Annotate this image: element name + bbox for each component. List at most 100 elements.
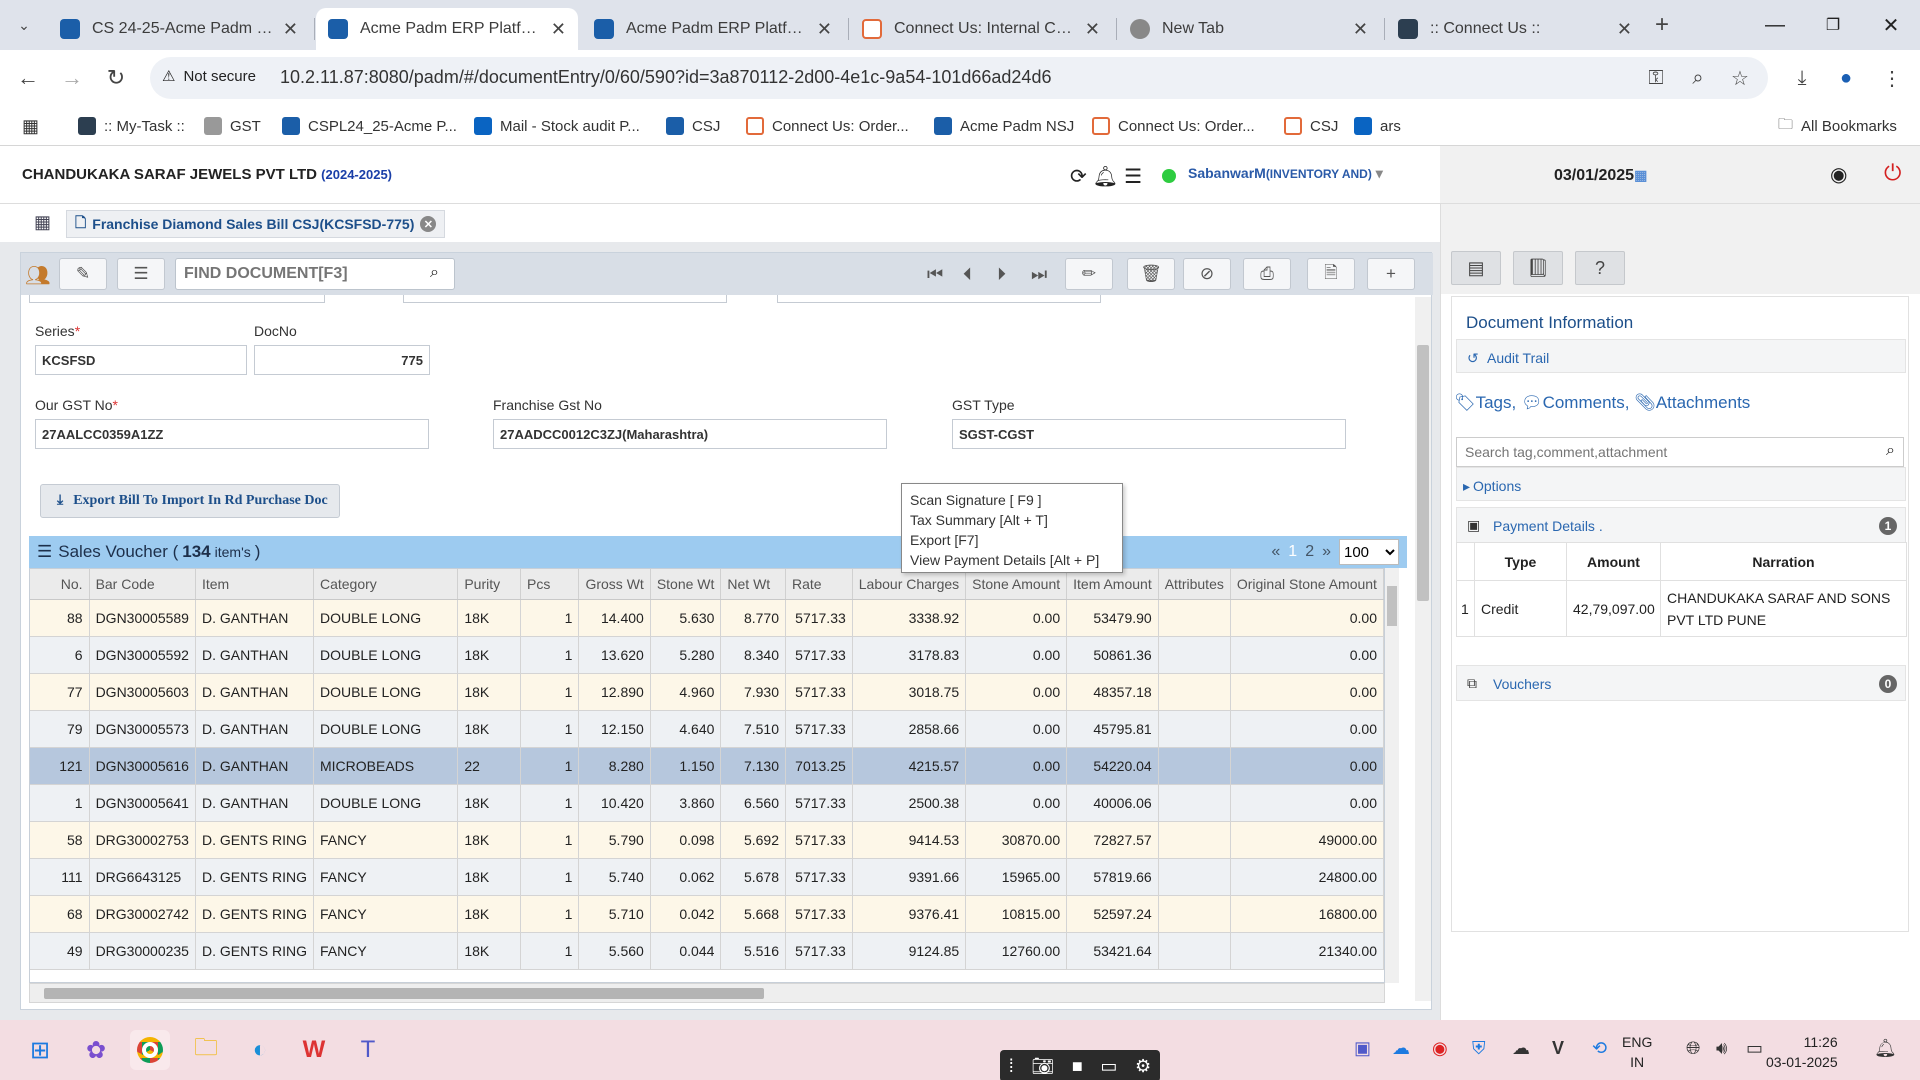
bell-icon[interactable]: 🔔︎: [1093, 164, 1118, 189]
column-header[interactable]: Purity: [457, 569, 521, 600]
language-indicator[interactable]: ENG IN: [1622, 1032, 1652, 1072]
column-header[interactable]: Category: [313, 569, 459, 600]
notification-bell-icon[interactable]: 🔔︎: [1874, 1038, 1897, 1059]
grid-dots-icon[interactable]: ⁞: [1009, 1056, 1014, 1077]
chrome-menu-icon[interactable]: ⋮: [1876, 62, 1908, 94]
menu-item-tax-summary[interactable]: Tax Summary [Alt + T]: [910, 510, 1114, 530]
grid-horizontal-scroll-thumb[interactable]: [44, 988, 764, 999]
column-header[interactable]: Attributes: [1158, 569, 1231, 600]
grid-vertical-scrollbar[interactable]: [1385, 568, 1399, 983]
tally-icon[interactable]: V: [1552, 1038, 1564, 1059]
bookmark-10[interactable]: ars: [1354, 115, 1401, 137]
edge-icon[interactable]: ◐: [240, 1030, 280, 1070]
document-tab[interactable]: 🗋 Franchise Diamond Sales Bill CSJ(KCSFS…: [66, 210, 446, 238]
page-2[interactable]: 2: [1305, 543, 1314, 561]
teams-tray-icon[interactable]: ▣: [1354, 1038, 1371, 1059]
cancel-document-icon[interactable]: ⊘: [1183, 258, 1231, 290]
address-bar[interactable]: ⚠ Not secure 10.2.11.87:8080/padm/#/docu…: [150, 57, 1768, 99]
comments-link[interactable]: Comments,: [1543, 393, 1630, 412]
reload-icon[interactable]: ↻: [100, 62, 132, 94]
document-info-icon[interactable]: ▤: [1451, 251, 1501, 285]
apps-grid-icon[interactable]: ▦: [34, 212, 51, 233]
table-row[interactable]: 68 DRG30002742 D. GENTS RING FANCY 18K 1 5.710…: [30, 895, 1384, 933]
table-row[interactable]: 88 DGN30005589 D. GANTHAN DOUBLE LONG 18K 1 14…: [30, 599, 1384, 637]
restore-window-icon[interactable]: ❐: [1804, 0, 1862, 50]
column-header[interactable]: Stone Wt: [650, 569, 722, 600]
file-explorer-icon[interactable]: 🗀: [186, 1030, 226, 1070]
close-tab-icon[interactable]: ✕: [817, 19, 832, 40]
onedrive-cloud-icon[interactable]: ☁: [1392, 1038, 1410, 1059]
bookmark-2[interactable]: GST: [204, 115, 261, 137]
column-header[interactable]: Rate: [785, 569, 853, 600]
security-indicator[interactable]: ⚠ Not secure: [162, 67, 256, 86]
column-header[interactable]: Bar Code: [89, 569, 196, 600]
bookmark-3[interactable]: CSPL24_25-Acme P...: [282, 115, 457, 137]
close-window-icon[interactable]: ✕: [1862, 0, 1920, 50]
next-record-icon[interactable]: ⏵: [997, 264, 1006, 285]
payment-row[interactable]: 1 Credit 42,79,097.00 CHANDUKAKA SARAF A…: [1456, 580, 1907, 637]
browser-tab-1[interactable]: CS 24-25-Acme Padm ERP ✕: [48, 8, 310, 50]
options-row[interactable]: ▸ Options: [1456, 467, 1906, 501]
add-new-icon[interactable]: +: [1367, 258, 1415, 290]
password-key-icon[interactable]: ⚿: [1640, 62, 1672, 94]
gst-type-field[interactable]: SGST-CGST: [952, 419, 1346, 449]
apps-grid-icon[interactable]: ▦: [22, 115, 39, 137]
hide-eye-icon[interactable]: ◉: [1830, 162, 1847, 187]
pencil-edit-icon[interactable]: ✏: [1065, 258, 1113, 290]
export-bill-button[interactable]: ⤓ Export Bill To Import In Rd Purchase D…: [40, 484, 340, 518]
refresh-icon[interactable]: ⟳: [1070, 164, 1087, 189]
minimize-window-icon[interactable]: —: [1746, 0, 1804, 50]
book-icon[interactable]: 📕︎: [1513, 251, 1563, 285]
globe-network-icon[interactable]: 🌐︎: [1686, 1038, 1700, 1059]
teams-icon[interactable]: T: [348, 1030, 388, 1070]
download-icon[interactable]: ⤓: [1786, 62, 1818, 94]
docno-field[interactable]: 775: [254, 345, 430, 375]
print-icon[interactable]: ⎙: [1243, 258, 1291, 290]
menu-item-scan-signature[interactable]: Scan Signature [ F9 ]: [910, 490, 1114, 510]
users-group-icon[interactable]: 👥︎: [25, 263, 50, 288]
security-shield-icon[interactable]: ⛨: [1472, 1038, 1486, 1059]
power-logout-icon[interactable]: ⏻: [1884, 160, 1901, 186]
close-tab-icon[interactable]: ✕: [551, 19, 566, 40]
all-bookmarks[interactable]: 🗀 All Bookmarks: [1778, 115, 1897, 137]
chrome-icon[interactable]: [130, 1030, 170, 1070]
column-header[interactable]: Stone Amount: [965, 569, 1068, 600]
menu-item-export[interactable]: Export [F7]: [910, 530, 1114, 550]
table-row[interactable]: 6 DGN30005592 D. GANTHAN DOUBLE LONG 18K 1 13.…: [30, 636, 1384, 674]
session-date[interactable]: 03/01/2025▦: [1554, 167, 1647, 185]
report-document-icon[interactable]: 🗎: [1307, 258, 1355, 290]
copilot-icon[interactable]: ✿: [76, 1030, 116, 1070]
bookmark-4[interactable]: Mail - Stock audit P...: [474, 115, 640, 137]
browser-tab-2-active[interactable]: Acme Padm ERP Platform ✕: [316, 8, 578, 50]
column-header[interactable]: Item: [195, 569, 314, 600]
edit-form-icon[interactable]: ✎: [59, 258, 107, 290]
video-icon[interactable]: ■: [1072, 1056, 1083, 1077]
tags-link[interactable]: Tags,: [1476, 393, 1517, 412]
browser-tab-4[interactable]: Connect Us: Internal Comm ✕: [850, 8, 1112, 50]
pager-prev[interactable]: «: [1271, 543, 1280, 561]
table-row[interactable]: 79 DGN30005573 D. GANTHAN DOUBLE LONG 18K 1 12…: [30, 710, 1384, 748]
audit-trail-row[interactable]: ↺ Audit Trail: [1456, 339, 1906, 373]
find-document-input[interactable]: [184, 263, 414, 285]
delete-trash-icon[interactable]: 🗑︎: [1127, 258, 1175, 290]
bookmark-9[interactable]: CSJ: [1284, 115, 1338, 137]
url-text[interactable]: 10.2.11.87:8080/padm/#/documentEntry/0/6…: [280, 67, 1051, 88]
vouchers-row[interactable]: ⧉ Vouchers 0: [1456, 665, 1906, 701]
sync-icon[interactable]: ⟲: [1592, 1038, 1607, 1059]
page-size-select[interactable]: 100: [1339, 539, 1399, 565]
column-header[interactable]: Labour Charges: [852, 569, 967, 600]
back-arrow-icon[interactable]: ←: [12, 62, 44, 94]
bookmark-star-icon[interactable]: ☆: [1724, 62, 1756, 94]
pager-next[interactable]: »: [1322, 543, 1331, 561]
wps-office-icon[interactable]: W: [294, 1030, 334, 1070]
close-tab-icon[interactable]: ✕: [283, 19, 298, 40]
previous-record-icon[interactable]: ⏴: [963, 264, 972, 285]
search-tag-input[interactable]: [1465, 444, 1865, 460]
table-row[interactable]: 49 DRG30000235 D. GENTS RING FANCY 18K 1 5.560…: [30, 932, 1384, 970]
table-row[interactable]: 1 DGN30005641 D. GANTHAN DOUBLE LONG 18K 1 10.…: [30, 784, 1384, 822]
column-header[interactable]: Original Stone Amount: [1230, 569, 1384, 600]
bookmark-5[interactable]: CSJ: [666, 115, 720, 137]
grid-vertical-scroll-thumb[interactable]: [1387, 586, 1397, 626]
series-field[interactable]: KCSFSD: [35, 345, 247, 375]
table-row[interactable]: 58 DRG30002753 D. GENTS RING FANCY 18K 1 5.790…: [30, 821, 1384, 859]
